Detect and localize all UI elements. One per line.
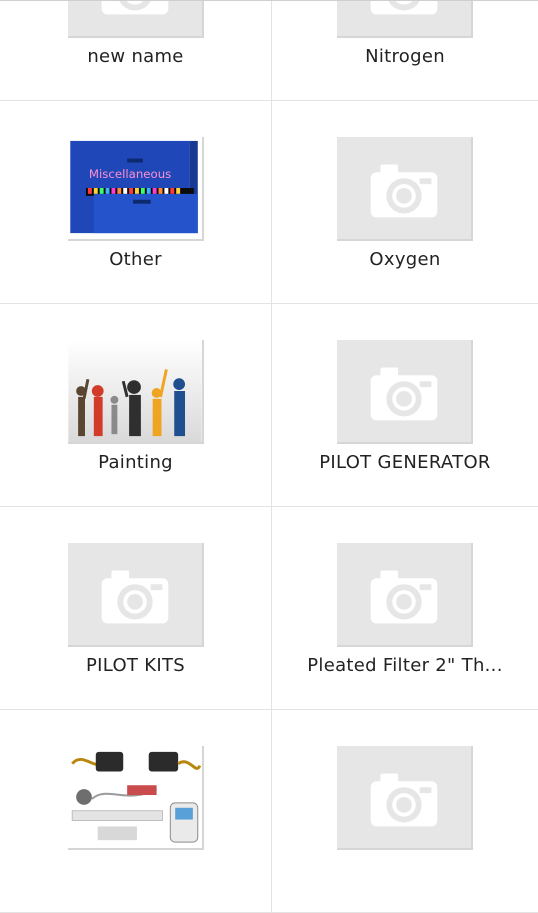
category-tile-nitrogen[interactable]: Nitrogen xyxy=(272,0,538,101)
category-label: Oxygen xyxy=(369,249,441,270)
control-kit-photo xyxy=(67,746,204,850)
category-label: Pleated Filter 2" Th... xyxy=(307,655,503,676)
placeholder-camera-icon xyxy=(337,543,473,647)
placeholder-camera-icon xyxy=(337,746,473,850)
category-label: Painting xyxy=(98,452,173,473)
category-tile-pleated-filter[interactable]: Pleated Filter 2" Th... xyxy=(272,507,538,710)
category-label: new name xyxy=(87,46,184,67)
miscellaneous-cabinet-photo: Miscellaneous xyxy=(67,137,204,241)
category-label: Nitrogen xyxy=(365,46,445,67)
placeholder-camera-icon xyxy=(67,0,204,38)
category-tile-unnamed[interactable] xyxy=(272,710,538,913)
category-label: PILOT GENERATOR xyxy=(319,452,491,473)
placeholder-camera-icon xyxy=(337,340,473,444)
category-tile-new-name[interactable]: new name xyxy=(0,0,272,101)
top-divider xyxy=(0,0,538,1)
placeholder-camera-icon xyxy=(337,137,473,241)
category-tile-control-kit[interactable] xyxy=(0,710,272,913)
painters-silhouette-photo xyxy=(67,340,204,444)
category-grid: new name Nitrogen Miscellaneous Other Ox… xyxy=(0,0,538,913)
cabinet-label-text: Miscellaneous xyxy=(88,167,170,181)
placeholder-camera-icon xyxy=(337,0,473,38)
category-tile-oxygen[interactable]: Oxygen xyxy=(272,101,538,304)
category-label: Other xyxy=(109,249,162,270)
category-tile-other[interactable]: Miscellaneous Other xyxy=(0,101,272,304)
category-label: PILOT KITS xyxy=(86,655,185,676)
category-tile-pilot-kits[interactable]: PILOT KITS xyxy=(0,507,272,710)
placeholder-camera-icon xyxy=(67,543,204,647)
category-tile-pilot-generator[interactable]: PILOT GENERATOR xyxy=(272,304,538,507)
category-tile-painting[interactable]: Painting xyxy=(0,304,272,507)
